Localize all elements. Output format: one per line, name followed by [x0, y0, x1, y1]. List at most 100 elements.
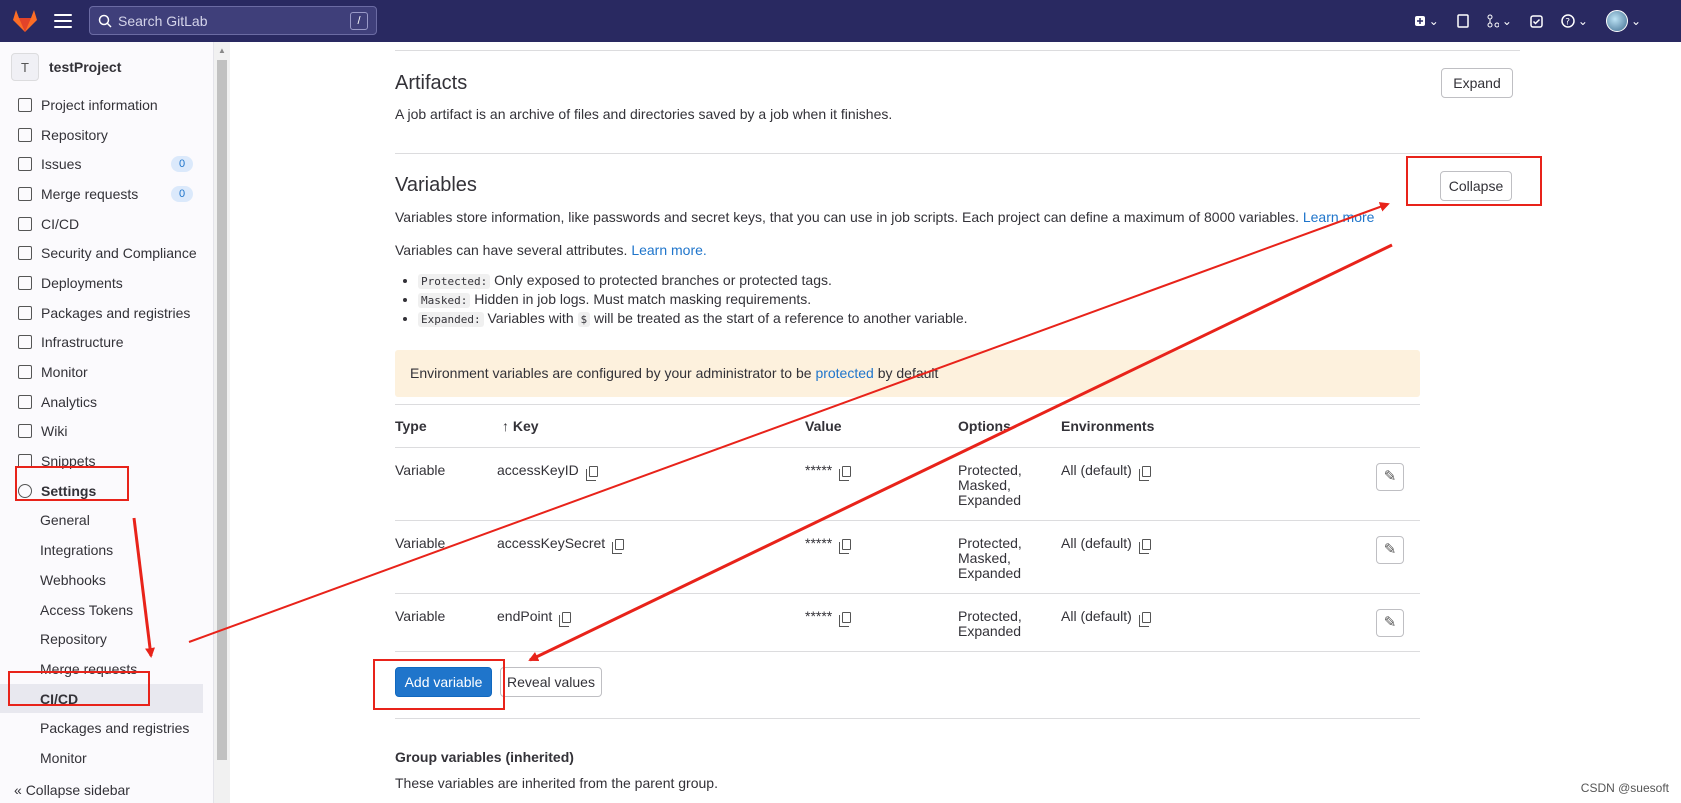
- issues-icon[interactable]: [1457, 14, 1469, 28]
- alert-text: Environment variables are configured by …: [410, 365, 812, 381]
- variable-options: Protected, Masked, Expanded: [958, 536, 1022, 581]
- column-environments[interactable]: Environments: [1061, 418, 1154, 434]
- protected-link[interactable]: protected: [815, 365, 873, 381]
- environment-text: All (default): [1061, 535, 1132, 551]
- copy-icon[interactable]: [612, 538, 625, 554]
- copy-icon[interactable]: [559, 611, 572, 627]
- settings-sub-general[interactable]: General: [0, 506, 213, 536]
- sidebar-item-label: Security and Compliance: [41, 245, 197, 262]
- collapse-sidebar-button[interactable]: « Collapse sidebar: [14, 782, 130, 798]
- sidebar-item-label: Project information: [41, 96, 158, 113]
- variable-value: *****: [805, 462, 852, 481]
- copy-icon[interactable]: [839, 538, 852, 554]
- shield-icon: [18, 246, 32, 261]
- variable-value: *****: [805, 609, 852, 627]
- search-input[interactable]: Search GitLab /: [89, 6, 377, 35]
- settings-sub-monitor[interactable]: Monitor: [0, 743, 213, 773]
- divider: [395, 404, 1420, 405]
- sidebar-item-infrastructure[interactable]: Infrastructure: [0, 328, 213, 358]
- variable-type: Variable: [395, 608, 446, 624]
- gitlab-logo-icon[interactable]: [12, 9, 38, 33]
- settings-sub-access-tokens[interactable]: Access Tokens: [0, 595, 213, 625]
- sidebar-scrollbar[interactable]: ▲: [214, 42, 230, 803]
- deployments-icon: [18, 275, 32, 290]
- column-options[interactable]: Options: [958, 418, 1011, 434]
- attribute-text: will be treated as the start of a refere…: [594, 310, 968, 326]
- sidebar-item-cicd[interactable]: CI/CD: [0, 209, 213, 239]
- sidebar-item-issues[interactable]: Issues 0: [0, 149, 213, 179]
- sidebar-item-deployments[interactable]: Deployments: [0, 268, 213, 298]
- search-icon: [98, 14, 112, 28]
- column-key[interactable]: ↑ Key: [502, 418, 539, 434]
- merge-requests-count-badge: 0: [171, 186, 193, 203]
- merge-requests-icon[interactable]: ⌄: [1487, 14, 1512, 28]
- option-label: Expanded: [958, 492, 1022, 508]
- project-header[interactable]: T testProject: [0, 42, 213, 84]
- scroll-up-icon[interactable]: ▲: [218, 46, 226, 55]
- sidebar-item-label: Deployments: [41, 274, 123, 291]
- create-new-icon[interactable]: ⌄: [1414, 14, 1439, 28]
- expand-button[interactable]: Expand: [1441, 68, 1513, 98]
- annotation-box-add-variable: [373, 659, 505, 710]
- sidebar-item-analytics[interactable]: Analytics: [0, 387, 213, 417]
- divider: [395, 153, 1520, 154]
- sidebar-item-label: Merge requests: [41, 185, 139, 202]
- package-icon: [18, 305, 32, 320]
- copy-icon[interactable]: [1138, 465, 1151, 481]
- sidebar-item-security[interactable]: Security and Compliance: [0, 238, 213, 268]
- attribute-text: Hidden in job logs. Must match masking r…: [474, 291, 812, 307]
- reveal-values-button[interactable]: Reveal values: [500, 667, 602, 697]
- sidebar-item-label: Issues: [41, 156, 82, 173]
- edit-button[interactable]: ✎: [1376, 536, 1404, 564]
- alert-text: by default: [877, 365, 939, 381]
- variables-title: Variables: [395, 174, 477, 196]
- list-item: Protected: Only exposed to protected bra…: [418, 271, 968, 290]
- attribute-code: $: [577, 312, 591, 327]
- top-navbar: Search GitLab / ⌄ ⌄ ? ⌄ ⌄: [0, 0, 1681, 42]
- sidebar-item-project-information[interactable]: Project information: [0, 90, 213, 120]
- sidebar-item-repository[interactable]: Repository: [0, 120, 213, 150]
- attribute-text: Variables with: [487, 310, 574, 326]
- sidebar-item-merge-requests[interactable]: Merge requests 0: [0, 179, 213, 209]
- help-icon[interactable]: ? ⌄: [1561, 14, 1588, 28]
- copy-icon[interactable]: [1138, 611, 1151, 627]
- sidebar-item-packages[interactable]: Packages and registries: [0, 298, 213, 328]
- settings-sub-repository[interactable]: Repository: [0, 624, 213, 654]
- variable-value-text: *****: [805, 462, 833, 478]
- copy-icon[interactable]: [1138, 538, 1151, 554]
- column-key-label: Key: [512, 418, 539, 434]
- annotation-box-settings: [15, 466, 129, 501]
- user-menu[interactable]: ⌄: [1605, 10, 1641, 32]
- sidebar-item-label: Wiki: [41, 423, 68, 440]
- search-shortcut-badge: /: [350, 12, 368, 30]
- sidebar-item-wiki[interactable]: Wiki: [0, 417, 213, 447]
- todos-icon[interactable]: [1530, 14, 1543, 28]
- attributes-learn-more-link[interactable]: Learn more.: [631, 242, 706, 258]
- watermark: CSDN @suesoft: [1580, 781, 1669, 795]
- divider: [395, 50, 1520, 51]
- learn-more-link[interactable]: Learn more: [1303, 209, 1375, 225]
- group-variables-title: Group variables (inherited): [395, 749, 574, 765]
- copy-icon[interactable]: [585, 465, 598, 481]
- variable-value: *****: [805, 536, 852, 554]
- sidebar-item-label: Analytics: [41, 393, 98, 410]
- copy-icon[interactable]: [839, 611, 852, 627]
- settings-sub-packages[interactable]: Packages and registries: [0, 713, 213, 743]
- option-label: Expanded: [958, 623, 1022, 639]
- column-type[interactable]: Type: [395, 418, 427, 434]
- copy-icon[interactable]: [839, 465, 852, 481]
- column-value[interactable]: Value: [805, 418, 842, 434]
- project-name: testProject: [49, 59, 122, 75]
- edit-button[interactable]: ✎: [1376, 609, 1404, 637]
- settings-sub-integrations[interactable]: Integrations: [0, 535, 213, 565]
- project-icon: [18, 97, 32, 112]
- variable-key: accessKeyID: [497, 463, 598, 481]
- issues-count-badge: 0: [171, 156, 193, 173]
- edit-button[interactable]: ✎: [1376, 463, 1404, 491]
- scrollbar-thumb[interactable]: [217, 60, 227, 760]
- sidebar-item-monitor[interactable]: Monitor: [0, 357, 213, 387]
- monitor-icon: [18, 365, 32, 380]
- settings-sub-webhooks[interactable]: Webhooks: [0, 565, 213, 595]
- attributes-intro-text: Variables can have several attributes.: [395, 242, 628, 258]
- menu-icon[interactable]: [54, 14, 72, 28]
